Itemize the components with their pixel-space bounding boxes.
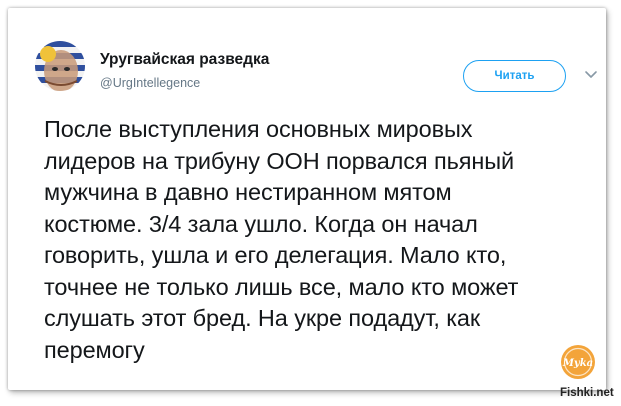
author-name[interactable]: Уругвайская разведка <box>100 51 269 69</box>
watermark-site: Fishki.net <box>560 387 614 399</box>
chevron-down-icon[interactable] <box>583 66 599 82</box>
avatar-image <box>35 41 85 91</box>
avatar[interactable] <box>35 41 85 91</box>
follow-button[interactable]: Читать <box>463 60 566 92</box>
tweet-card: Уругвайская разведка @UrgIntellegence Чи… <box>8 8 606 390</box>
watermark-logo-text: Myka <box>562 358 593 369</box>
watermark-logo: Myka <box>560 344 596 380</box>
tweet-text: После выступления основных мировых лидер… <box>44 116 519 363</box>
author-handle[interactable]: @UrgIntellegence <box>100 76 200 90</box>
